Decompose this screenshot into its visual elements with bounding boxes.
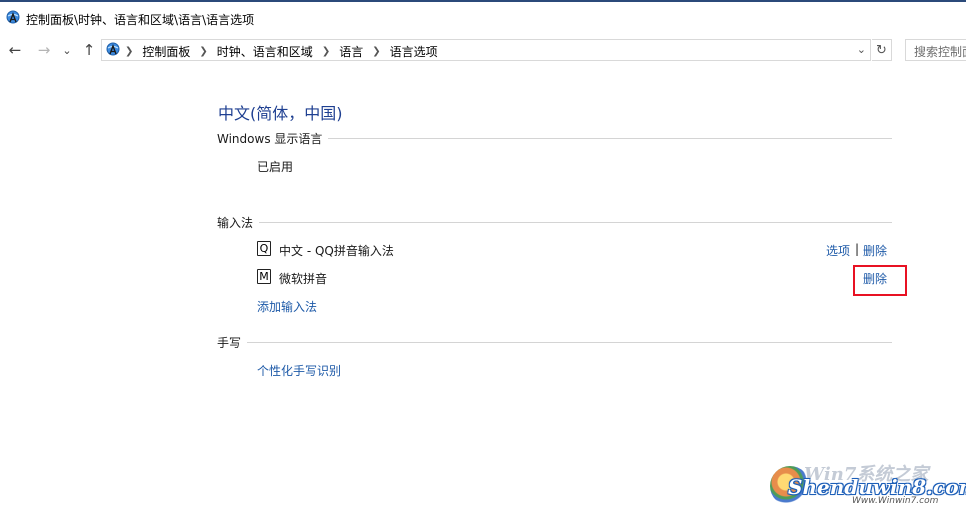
search-input[interactable]: 搜索控制面板: [905, 39, 966, 61]
chevron-right-icon[interactable]: ❯: [372, 46, 380, 57]
microsoft-pinyin-icon: M: [257, 269, 271, 284]
highlight-box: [853, 265, 907, 296]
section-label: 手写: [217, 335, 242, 350]
chevron-down-icon[interactable]: ⌄: [857, 43, 866, 56]
window-title: 控制面板\时钟、语言和区域\语言\语言选项: [26, 13, 255, 27]
breadcrumb-item[interactable]: 语言: [339, 43, 363, 60]
refresh-button[interactable]: ↻: [872, 39, 892, 61]
back-button[interactable]: ←: [6, 41, 24, 59]
watermark: Win7系统之家 Shenduwin8.com Www.Winwin7.com: [770, 458, 966, 510]
chevron-right-icon[interactable]: ❯: [199, 46, 207, 57]
control-panel-icon: [6, 10, 20, 24]
forward-button[interactable]: →: [35, 41, 53, 59]
qq-pinyin-icon: Q: [257, 241, 271, 256]
navigation-bar: ← → ⌄ ↑ ❯ 控制面板 ❯ 时钟、语言和区域 ❯ 语言 ❯ 语言选项 ⌄ …: [0, 36, 966, 66]
section-divider: [259, 221, 892, 223]
breadcrumb-item[interactable]: 语言选项: [390, 43, 438, 60]
page-title: 中文(简体，中国): [218, 104, 343, 123]
remove-qq-pinyin-link[interactable]: 删除: [863, 242, 887, 259]
breadcrumb-item[interactable]: 控制面板: [142, 43, 190, 60]
chevron-right-icon[interactable]: ❯: [125, 46, 133, 57]
link-separator: |: [855, 242, 860, 256]
recent-locations-button[interactable]: ⌄: [60, 41, 74, 59]
input-method-name: 中文 - QQ拼音输入法: [279, 244, 394, 258]
section-label: 输入法: [217, 215, 254, 230]
display-language-status: 已启用: [257, 160, 294, 174]
section-display-language: Windows 显示语言: [217, 130, 892, 146]
address-bar[interactable]: ❯ 控制面板 ❯ 时钟、语言和区域 ❯ 语言 ❯ 语言选项 ⌄: [101, 39, 871, 61]
control-panel-icon: [106, 42, 120, 56]
options-link[interactable]: 选项: [826, 242, 850, 259]
breadcrumb: ❯ 控制面板 ❯ 时钟、语言和区域 ❯ 语言 ❯ 语言选项: [125, 43, 438, 60]
section-input-method: 输入法: [217, 214, 892, 230]
section-label: Windows 显示语言: [217, 131, 323, 146]
title-bar: 控制面板\时钟、语言和区域\语言\语言选项: [0, 2, 966, 32]
section-divider: [247, 341, 892, 343]
chevron-right-icon[interactable]: ❯: [322, 46, 330, 57]
section-handwriting: 手写: [217, 334, 892, 350]
breadcrumb-item[interactable]: 时钟、语言和区域: [217, 43, 313, 60]
personalize-handwriting-link[interactable]: 个性化手写识别: [257, 362, 341, 379]
watermark-line3: Www.Winwin7.com: [852, 496, 939, 506]
section-divider: [328, 137, 892, 139]
up-button[interactable]: ↑: [80, 41, 98, 59]
add-input-method-link[interactable]: 添加输入法: [257, 298, 317, 315]
input-method-name: 微软拼音: [279, 272, 328, 286]
